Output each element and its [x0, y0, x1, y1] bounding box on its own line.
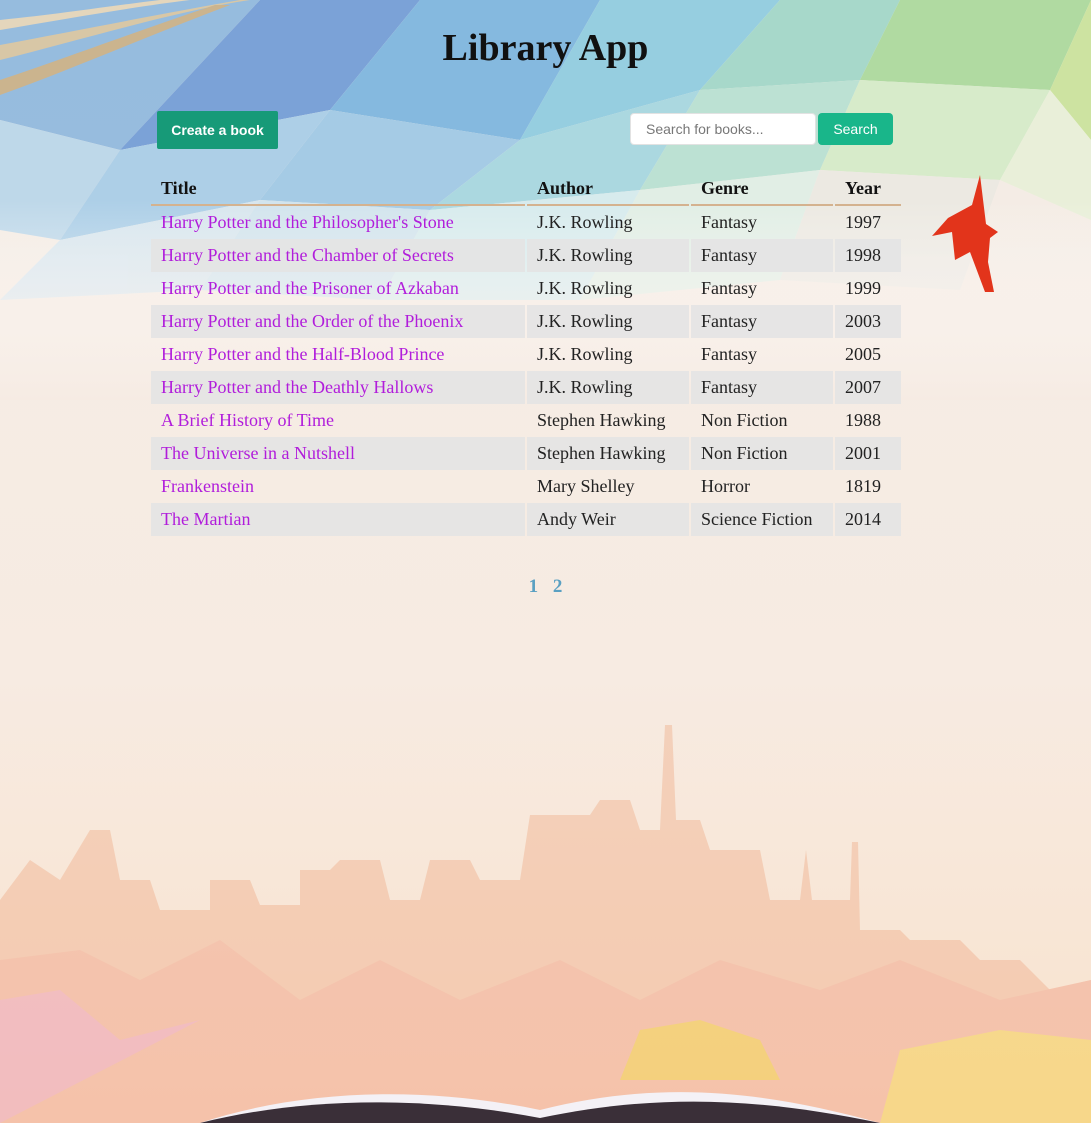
table-row: The Martian Andy Weir Science Fiction 20…: [151, 503, 901, 536]
title-cell: Harry Potter and the Half-Blood Prince: [151, 338, 525, 371]
table-row: Frankenstein Mary Shelley Horror 1819: [151, 470, 901, 503]
table-row: Harry Potter and the Order of the Phoeni…: [151, 305, 901, 338]
genre-cell: Non Fiction: [691, 437, 833, 470]
year-cell: 1819: [845, 476, 881, 496]
year-cell: 1999: [845, 278, 881, 298]
table-header-row: Title Author Genre Year: [151, 173, 901, 206]
table-row: Harry Potter and the Chamber of Secrets …: [151, 239, 901, 272]
year-cell: 1998: [835, 239, 901, 272]
book-title-link[interactable]: The Universe in a Nutshell: [161, 443, 355, 463]
book-title-link[interactable]: The Martian: [161, 509, 250, 529]
title-cell: A Brief History of Time: [151, 404, 525, 437]
year-cell: 2007: [835, 371, 901, 404]
genre-cell: Fantasy: [691, 305, 833, 338]
genre-cell: Fantasy: [691, 239, 833, 272]
author-cell: J.K. Rowling: [527, 371, 689, 404]
year-cell: 2001: [835, 437, 901, 470]
column-header-author[interactable]: Author: [527, 173, 689, 206]
book-title-link[interactable]: Harry Potter and the Order of the Phoeni…: [161, 311, 463, 331]
author-cell: Stephen Hawking: [527, 437, 689, 470]
table-row: Harry Potter and the Deathly Hallows J.K…: [151, 371, 901, 404]
genre-cell: Fantasy: [701, 344, 757, 364]
column-header-genre[interactable]: Genre: [691, 173, 833, 206]
genre-cell: Science Fiction: [691, 503, 833, 536]
book-title-link[interactable]: Frankenstein: [161, 476, 254, 496]
title-cell: Harry Potter and the Prisoner of Azkaban: [151, 272, 525, 305]
author-cell: Mary Shelley: [537, 476, 635, 496]
table-row: Harry Potter and the Philosopher's Stone…: [151, 206, 901, 239]
title-cell: Harry Potter and the Chamber of Secrets: [151, 239, 525, 272]
table-row: A Brief History of Time Stephen Hawking …: [151, 404, 901, 437]
book-title-link[interactable]: Harry Potter and the Prisoner of Azkaban: [161, 278, 459, 298]
title-cell: Harry Potter and the Philosopher's Stone: [151, 206, 525, 239]
genre-cell: Fantasy: [701, 278, 757, 298]
author-cell: J.K. Rowling: [537, 278, 633, 298]
title-cell: The Universe in a Nutshell: [151, 437, 525, 470]
book-title-link[interactable]: A Brief History of Time: [161, 410, 334, 430]
table-row: Harry Potter and the Half-Blood Prince J…: [151, 338, 901, 371]
title-cell: Frankenstein: [151, 470, 525, 503]
book-title-link[interactable]: Harry Potter and the Chamber of Secrets: [161, 245, 454, 265]
genre-cell: Fantasy: [701, 212, 757, 232]
title-cell: The Martian: [151, 503, 525, 536]
year-cell: 2003: [835, 305, 901, 338]
author-cell: J.K. Rowling: [537, 344, 633, 364]
genre-cell: Horror: [701, 476, 750, 496]
search-input[interactable]: [630, 113, 816, 145]
background-illustration: [0, 0, 1091, 1123]
book-title-link[interactable]: Harry Potter and the Deathly Hallows: [161, 377, 433, 397]
pagination: 1 2: [0, 576, 1091, 598]
author-cell: Andy Weir: [527, 503, 689, 536]
title-cell: Harry Potter and the Deathly Hallows: [151, 371, 525, 404]
books-table: Title Author Genre Year Harry Potter and…: [149, 173, 903, 536]
table-row: Harry Potter and the Prisoner of Azkaban…: [151, 272, 901, 305]
book-title-link[interactable]: Harry Potter and the Philosopher's Stone: [161, 212, 454, 232]
page-link-2[interactable]: 2: [553, 576, 563, 597]
page-title: Library App: [442, 27, 649, 69]
genre-cell: Non Fiction: [701, 410, 788, 430]
author-cell: J.K. Rowling: [527, 239, 689, 272]
year-cell: 2005: [845, 344, 881, 364]
column-header-year[interactable]: Year: [835, 173, 901, 206]
year-cell: 1988: [845, 410, 881, 430]
author-cell: J.K. Rowling: [527, 305, 689, 338]
title-cell: Harry Potter and the Order of the Phoeni…: [151, 305, 525, 338]
year-cell: 1997: [845, 212, 881, 232]
column-header-title[interactable]: Title: [151, 173, 525, 206]
book-title-link[interactable]: Harry Potter and the Half-Blood Prince: [161, 344, 444, 364]
page-link-1[interactable]: 1: [529, 576, 539, 597]
author-cell: J.K. Rowling: [537, 212, 633, 232]
table-row: The Universe in a Nutshell Stephen Hawki…: [151, 437, 901, 470]
year-cell: 2014: [835, 503, 901, 536]
genre-cell: Fantasy: [691, 371, 833, 404]
search-button[interactable]: Search: [818, 113, 893, 145]
create-book-button[interactable]: Create a book: [157, 111, 278, 149]
author-cell: Stephen Hawking: [537, 410, 666, 430]
